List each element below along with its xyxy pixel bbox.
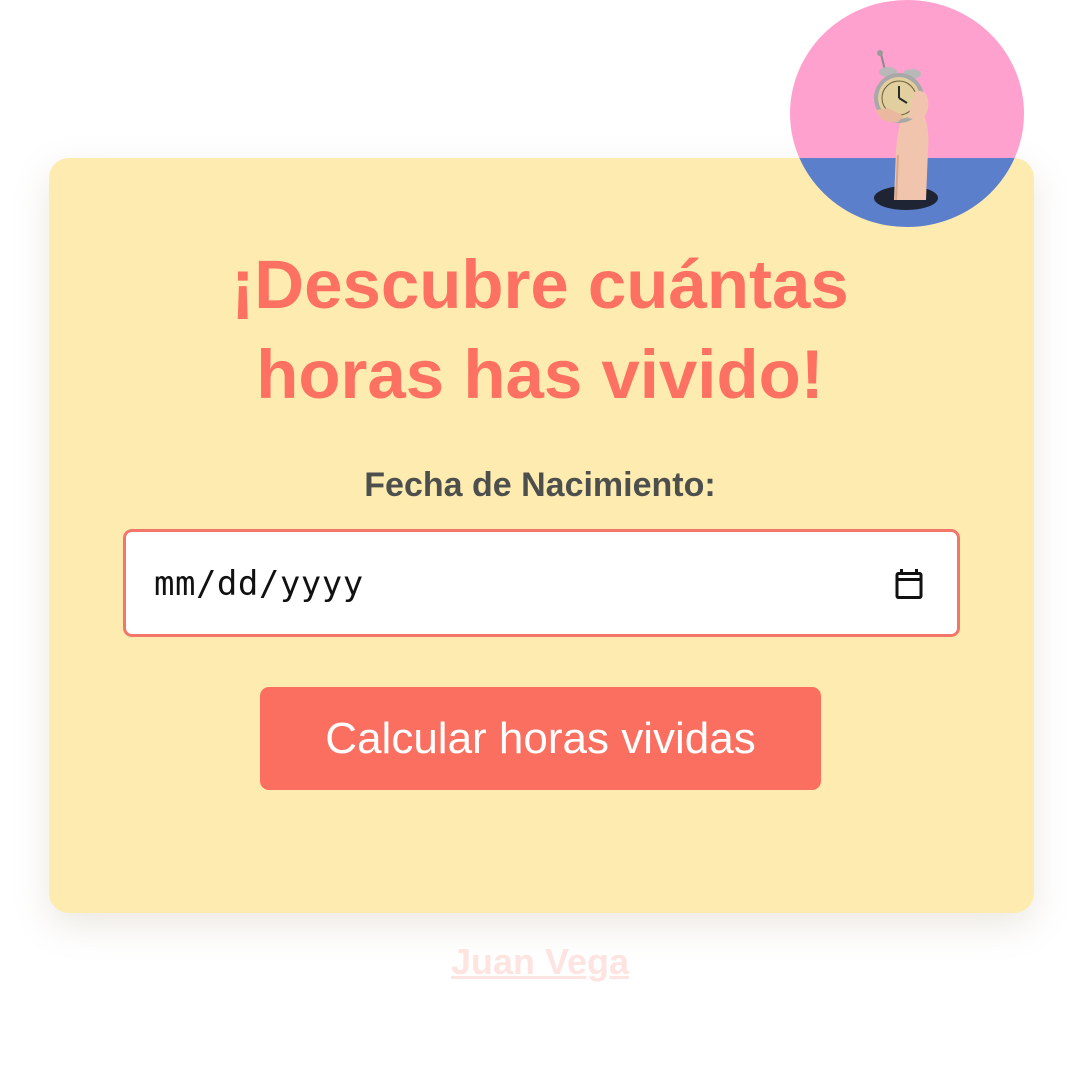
calendar-icon[interactable]: [891, 566, 927, 602]
page: ¡Descubre cuántas horas has vivido! Fech…: [0, 0, 1080, 1080]
avatar: [790, 0, 1024, 227]
page-title: ¡Descubre cuántas horas has vivido!: [0, 240, 1080, 420]
author-link[interactable]: Juan Vega: [0, 940, 1080, 984]
title-line-2: horas has vivido!: [256, 336, 824, 413]
birthdate-input[interactable]: mm/dd/yyyy: [123, 529, 960, 637]
birthdate-label: Fecha de Nacimiento:: [364, 466, 716, 504]
hand-holding-alarm-clock-image: [790, 0, 1024, 227]
calculate-hours-button[interactable]: Calcular horas vividas: [260, 687, 821, 790]
title-line-1: ¡Descubre cuántas: [231, 246, 849, 323]
birthdate-placeholder[interactable]: mm/dd/yyyy: [154, 562, 364, 606]
